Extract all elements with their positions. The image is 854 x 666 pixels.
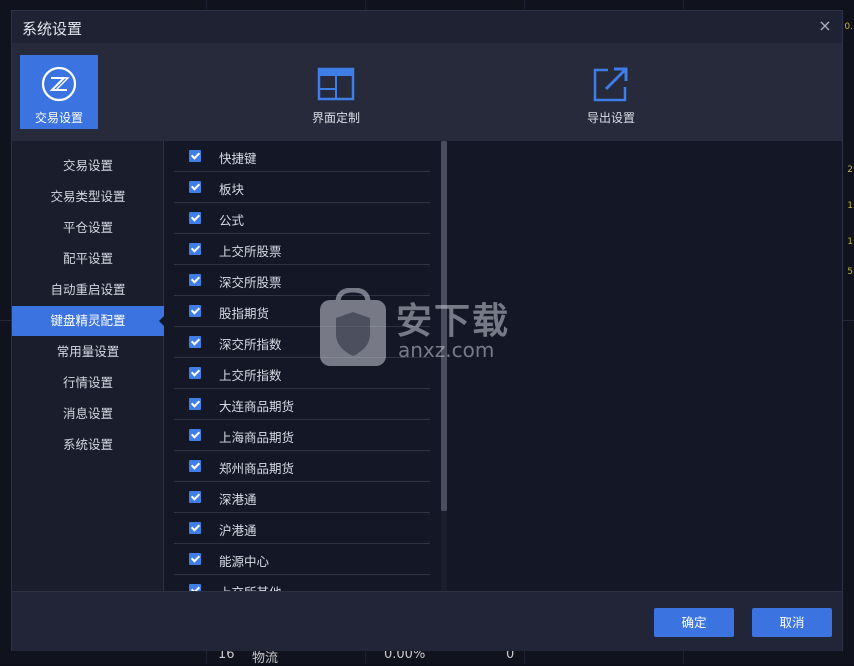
list-item[interactable]: 上交所指数 xyxy=(174,358,430,389)
sidebar-item-keyboard-wizard[interactable]: 键盘精灵配置 xyxy=(12,306,165,336)
tool-trade-settings[interactable]: 交易设置 xyxy=(20,55,98,129)
tool-label: 界面定制 xyxy=(311,111,360,125)
sidebar-item-market[interactable]: 行情设置 xyxy=(12,368,164,398)
list-item[interactable]: 股指期货 xyxy=(174,296,430,327)
bg-number: 1 xyxy=(847,237,853,247)
checkbox-checked[interactable] xyxy=(189,429,201,441)
checkbox-checked[interactable] xyxy=(189,398,201,410)
checkbox-checked[interactable] xyxy=(189,491,201,503)
sidebar-item-trade-settings[interactable]: 交易设置 xyxy=(12,151,164,181)
ok-button[interactable]: 确定 xyxy=(654,608,734,637)
list-item[interactable]: 公式 xyxy=(174,203,430,234)
list-item-label: 上交所其他 xyxy=(219,582,282,591)
tool-export-settings[interactable]: 导出设置 xyxy=(572,55,650,129)
list-item[interactable]: 上海商品期货 xyxy=(174,420,430,451)
sidebar-item-auto-restart[interactable]: 自动重启设置 xyxy=(12,275,164,305)
list-item-label: 公式 xyxy=(219,213,245,228)
list-item[interactable]: 深交所指数 xyxy=(174,327,430,358)
settings-toolbar: 交易设置 界面定制 导出设置 xyxy=(12,43,842,141)
list-item[interactable]: 上交所其他 xyxy=(174,575,430,591)
cancel-button[interactable]: 取消 xyxy=(752,608,832,637)
list-item[interactable]: 快捷键 xyxy=(174,141,430,172)
list-item-label: 股指期货 xyxy=(219,306,270,321)
bg-number: 0. xyxy=(844,22,853,32)
checkbox-checked[interactable] xyxy=(189,243,201,255)
checkbox-checked[interactable] xyxy=(189,150,201,162)
list-item-label: 大连商品期货 xyxy=(219,399,295,414)
list-item-label: 能源中心 xyxy=(219,554,270,569)
settings-content: 交易设置 交易类型设置 平仓设置 配平设置 自动重启设置 键盘精灵配置 常用量设… xyxy=(12,141,842,591)
keyboard-wizard-checklist: 快捷键 板块 公式 上交所股票 深交所股票 股指期货 深交所指数 上交所指数 大… xyxy=(165,141,449,591)
sidebar-item-system[interactable]: 系统设置 xyxy=(12,430,164,460)
list-item-label: 上交所股票 xyxy=(219,244,282,259)
checkbox-checked[interactable] xyxy=(189,584,201,591)
list-item[interactable]: 深交所股票 xyxy=(174,265,430,296)
list-scrollbar[interactable] xyxy=(441,141,447,591)
list-item-label: 深交所指数 xyxy=(219,337,282,352)
settings-sidebar: 交易设置 交易类型设置 平仓设置 配平设置 自动重启设置 键盘精灵配置 常用量设… xyxy=(12,141,165,591)
close-button[interactable]: × xyxy=(814,15,836,37)
list-item[interactable]: 板块 xyxy=(174,172,430,203)
dialog-footer: 确定 取消 xyxy=(12,591,842,651)
sidebar-item-balance[interactable]: 配平设置 xyxy=(12,244,164,274)
dialog-titlebar: 系统设置 × xyxy=(12,11,842,43)
list-item[interactable]: 上交所股票 xyxy=(174,234,430,265)
trade-settings-icon xyxy=(41,66,77,102)
sidebar-item-message[interactable]: 消息设置 xyxy=(12,399,164,429)
list-item-label: 深交所股票 xyxy=(219,275,282,290)
sidebar-item-trade-type[interactable]: 交易类型设置 xyxy=(12,182,164,212)
layout-custom-icon xyxy=(317,67,355,101)
right-empty-pane xyxy=(449,141,842,591)
system-settings-dialog: 系统设置 × 交易设置 界面定制 导出设置 交易设置 交易类型设置 平仓设置 配… xyxy=(11,10,843,651)
tool-label: 交易设置 xyxy=(34,111,83,125)
list-item-label: 板块 xyxy=(219,182,245,197)
list-item[interactable]: 深港通 xyxy=(174,482,430,513)
sidebar-item-common-volume[interactable]: 常用量设置 xyxy=(12,337,164,367)
list-item-label: 上海商品期货 xyxy=(219,430,295,445)
checkbox-checked[interactable] xyxy=(189,336,201,348)
list-item-label: 上交所指数 xyxy=(219,368,282,383)
checkbox-checked[interactable] xyxy=(189,460,201,472)
list-item-label: 深港通 xyxy=(219,492,257,507)
scrollbar-thumb[interactable] xyxy=(441,141,447,511)
list-item[interactable]: 沪港通 xyxy=(174,513,430,544)
tool-label: 导出设置 xyxy=(586,111,635,125)
checkbox-checked[interactable] xyxy=(189,522,201,534)
bg-number: 2 xyxy=(847,165,853,175)
list-item-label: 快捷键 xyxy=(219,151,257,166)
checkbox-checked[interactable] xyxy=(189,212,201,224)
checkbox-checked[interactable] xyxy=(189,305,201,317)
list-item-label: 郑州商品期货 xyxy=(219,461,295,476)
checkbox-checked[interactable] xyxy=(189,181,201,193)
tool-layout-custom[interactable]: 界面定制 xyxy=(297,55,375,129)
list-item[interactable]: 能源中心 xyxy=(174,544,430,575)
bg-number: 1 xyxy=(847,201,853,211)
close-icon: × xyxy=(818,16,832,35)
checkbox-checked[interactable] xyxy=(189,367,201,379)
sidebar-item-close-position[interactable]: 平仓设置 xyxy=(12,213,164,243)
list-item[interactable]: 大连商品期货 xyxy=(174,389,430,420)
dialog-title: 系统设置 xyxy=(22,20,83,38)
list-item[interactable]: 郑州商品期货 xyxy=(174,451,430,482)
bg-number: 5 xyxy=(847,267,853,277)
checkbox-checked[interactable] xyxy=(189,553,201,565)
export-icon xyxy=(593,67,628,102)
checkbox-checked[interactable] xyxy=(189,274,201,286)
list-item-label: 沪港通 xyxy=(219,523,257,538)
